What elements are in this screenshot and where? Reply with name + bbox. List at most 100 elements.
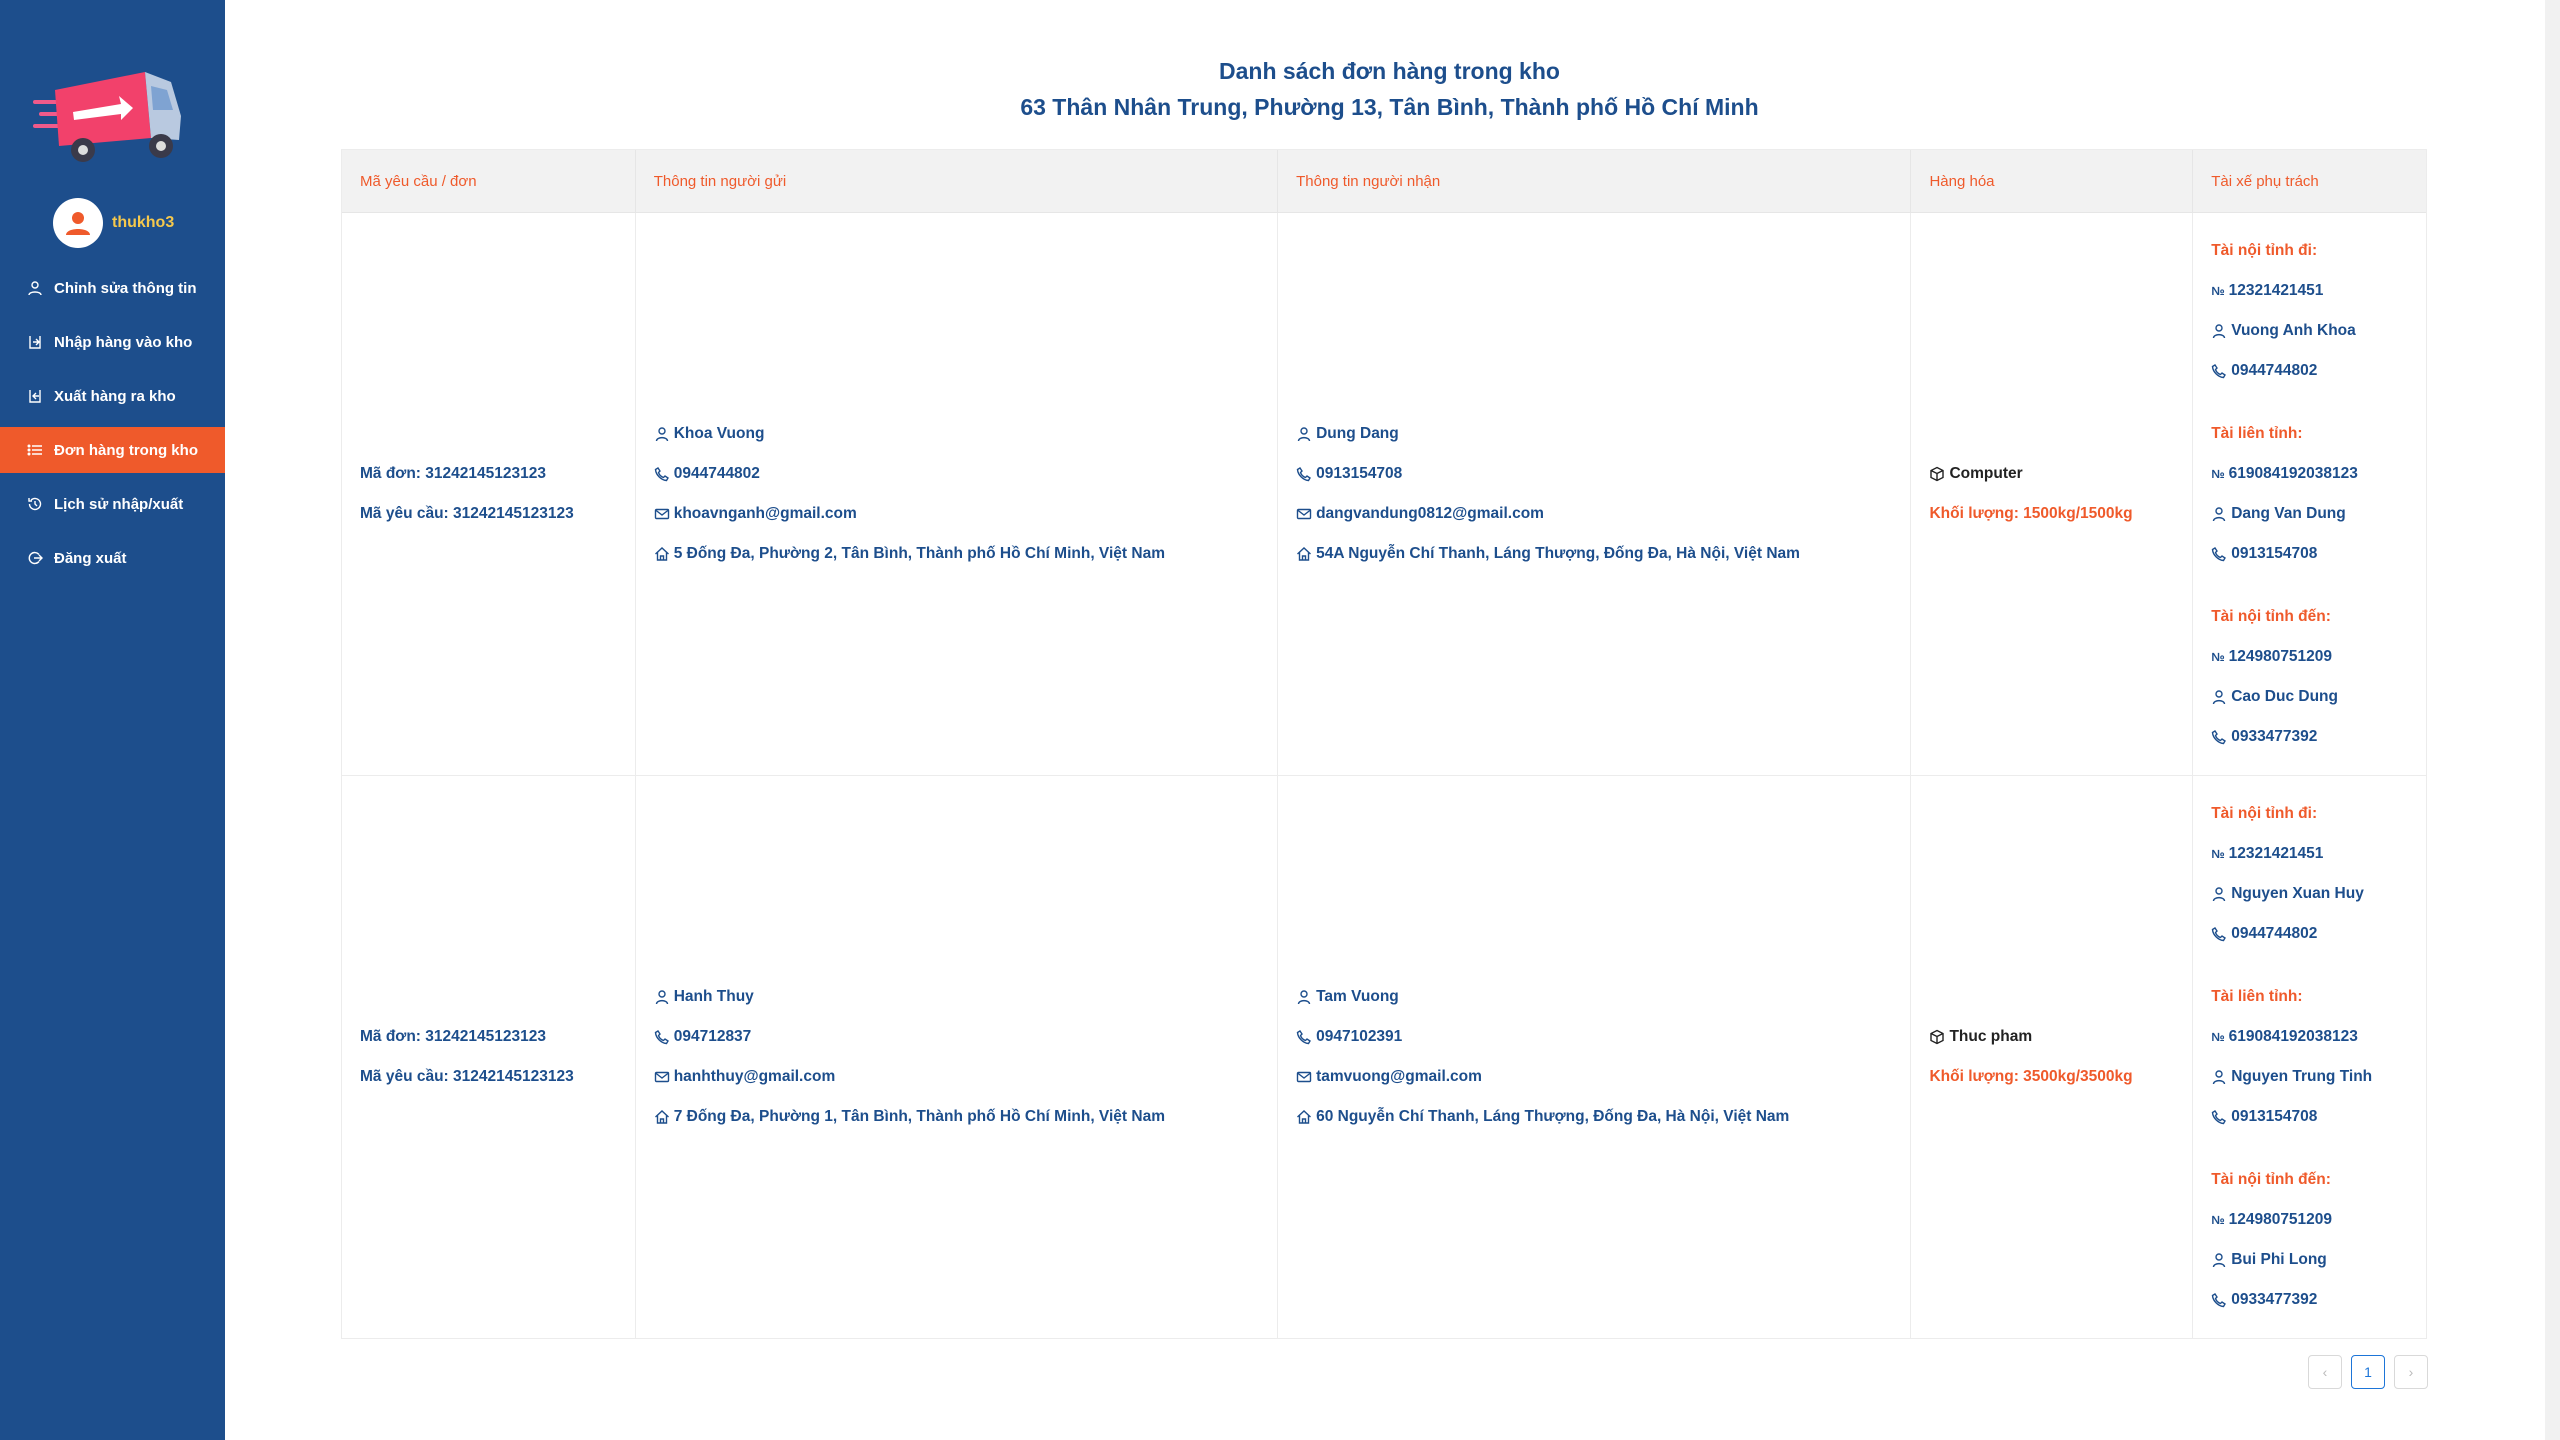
goods-name: Thuc pham bbox=[1929, 1017, 2192, 1057]
number-sign-icon: № bbox=[2211, 1213, 2225, 1227]
driver-id-text: 619084192038123 bbox=[2228, 1028, 2358, 1045]
person-icon bbox=[2213, 690, 2226, 705]
person-icon bbox=[1297, 427, 1311, 442]
request-code-text: Mã yêu cầu: 31242145123123 bbox=[360, 505, 574, 522]
driver-id: № 619084192038123 bbox=[2211, 454, 2426, 494]
receiver-address-text: 54A Nguyễn Chí Thanh, Láng Thượng, Đống … bbox=[1316, 545, 1800, 562]
driver-id: № 619084192038123 bbox=[2211, 1017, 2426, 1057]
phone-icon bbox=[1296, 467, 1312, 482]
driver-spacer bbox=[2211, 954, 2426, 977]
driver-name: Nguyen Xuan Huy bbox=[2211, 874, 2426, 914]
goods-weight: Khối lượng: 3500kg/3500kg bbox=[1929, 1057, 2192, 1097]
page-1-button[interactable]: 1 bbox=[2351, 1355, 2385, 1389]
sidebar-item-label: Chỉnh sửa thông tin bbox=[54, 279, 197, 297]
driver-role-title-text: Tài nội tỉnh đến: bbox=[2211, 1171, 2331, 1188]
sender-email: khoavnganh@gmail.com bbox=[654, 494, 1277, 534]
column-header-drivers[interactable]: Tài xế phụ trách bbox=[2193, 150, 2426, 212]
sidebar: thukho3 Chỉnh sửa thông tin Nhập hàng và… bbox=[0, 0, 225, 1440]
driver-role-title: Tài nội tỉnh đi: bbox=[2211, 231, 2426, 271]
column-header-goods[interactable]: Hàng hóa bbox=[1911, 150, 2194, 212]
sidebar-item-logout[interactable]: Đăng xuất bbox=[0, 535, 225, 581]
vertical-scrollbar[interactable] bbox=[2545, 0, 2560, 1440]
avatar bbox=[53, 198, 103, 248]
driver-id-text: 124980751209 bbox=[2228, 1211, 2333, 1228]
driver-role-title-text: Tài nội tỉnh đi: bbox=[2211, 242, 2318, 259]
prev-page-button[interactable]: ‹ bbox=[2308, 1355, 2342, 1389]
table-row: Mã đơn: 31242145123123 Mã yêu cầu: 312421… bbox=[342, 776, 2426, 1338]
driver-spacer bbox=[2211, 391, 2426, 414]
user-profile[interactable]: thukho3 bbox=[53, 198, 174, 248]
export-icon bbox=[29, 390, 41, 403]
sender-name-text: Hanh Thuy bbox=[673, 988, 754, 1005]
driver-role-title: Tài nội tỉnh đi: bbox=[2211, 794, 2426, 834]
driver-role-title: Tài nội tỉnh đến: bbox=[2211, 597, 2426, 637]
sender-email-text: hanhthuy@gmail.com bbox=[673, 1068, 836, 1085]
goods-weight-text: Khối lượng: 3500kg/3500kg bbox=[1929, 1068, 2133, 1085]
driver-role-title: Tài liên tỉnh: bbox=[2211, 414, 2426, 454]
cell-sender: Hanh Thuy 094712837 hanhthuy@gmail.com 7 Đố… bbox=[636, 776, 1279, 1338]
mail-icon bbox=[1296, 508, 1312, 520]
number-sign-icon: № bbox=[2211, 1030, 2225, 1044]
sender-address-text: 7 Đống Đa, Phường 1, Tân Bình, Thành phố… bbox=[673, 1108, 1165, 1125]
sender-phone-text: 094712837 bbox=[673, 1028, 752, 1045]
next-page-button[interactable]: › bbox=[2394, 1355, 2428, 1389]
sidebar-item-edit-profile[interactable]: Chỉnh sửa thông tin bbox=[0, 265, 225, 311]
cell-goods: Thuc pham Khối lượng: 3500kg/3500kg bbox=[1911, 776, 2194, 1338]
receiver-address-text: 60 Nguyễn Chí Thanh, Láng Thượng, Đống Đ… bbox=[1316, 1108, 1790, 1125]
driver-phone-text: 0913154708 bbox=[2231, 1108, 2318, 1125]
sidebar-item-import[interactable]: Nhập hàng vào kho bbox=[0, 319, 225, 365]
driver-role-title-text: Tài nội tỉnh đến: bbox=[2211, 608, 2331, 625]
sidebar-item-history[interactable]: Lịch sử nhập/xuất bbox=[0, 481, 225, 527]
phone-icon bbox=[2211, 364, 2227, 379]
driver-id: № 12321421451 bbox=[2211, 271, 2426, 311]
table-body: Mã đơn: 31242145123123 Mã yêu cầu: 312421… bbox=[342, 213, 2426, 1338]
sender-name: Hanh Thuy bbox=[654, 977, 1277, 1017]
column-header-receiver[interactable]: Thông tin người nhận bbox=[1278, 150, 1912, 212]
driver-phone: 0913154708 bbox=[2211, 1097, 2426, 1137]
driver-name-text: Dang Van Dung bbox=[2231, 505, 2346, 522]
sidebar-item-export[interactable]: Xuất hàng ra kho bbox=[0, 373, 225, 419]
home-icon bbox=[654, 1110, 669, 1124]
number-sign-icon: № bbox=[2211, 284, 2225, 298]
receiver-name: Tam Vuong bbox=[1296, 977, 1910, 1017]
driver-phone-text: 0913154708 bbox=[2231, 545, 2318, 562]
driver-phone-text: 0933477392 bbox=[2231, 728, 2318, 745]
home-icon bbox=[1297, 547, 1312, 561]
sender-address: 7 Đống Đa, Phường 1, Tân Bình, Thành phố… bbox=[654, 1097, 1277, 1137]
driver-name: Cao Duc Dung bbox=[2211, 677, 2426, 717]
receiver-name: Dung Dang bbox=[1296, 414, 1910, 454]
table-header: Mã yêu cầu / đơn Thông tin người gửi Thô… bbox=[342, 150, 2426, 213]
receiver-address: 60 Nguyễn Chí Thanh, Láng Thượng, Đống Đ… bbox=[1296, 1097, 1910, 1137]
warehouse-address: 63 Thân Nhân Trung, Phường 13, Tân Bình,… bbox=[1020, 94, 1759, 120]
sender-phone-text: 0944744802 bbox=[673, 465, 760, 482]
receiver-phone: 0947102391 bbox=[1296, 1017, 1910, 1057]
sidebar-item-label: Xuất hàng ra kho bbox=[54, 387, 176, 405]
sender-phone: 0944744802 bbox=[654, 454, 1277, 494]
receiver-email-text: dangvandung0812@gmail.com bbox=[1316, 505, 1544, 522]
phone-icon bbox=[1296, 1030, 1312, 1045]
goods-name-text: Computer bbox=[1949, 465, 2023, 482]
sender-address-text: 5 Đống Đa, Phường 2, Tân Bình, Thành phố… bbox=[673, 545, 1165, 562]
phone-icon bbox=[2211, 1110, 2227, 1125]
cell-receiver: Dung Dang 0913154708 dangvandung0812@gmail… bbox=[1278, 213, 1912, 775]
mail-icon bbox=[654, 1071, 669, 1083]
person-icon bbox=[2213, 507, 2226, 522]
goods-weight-text: Khối lượng: 1500kg/1500kg bbox=[1929, 505, 2133, 522]
phone-icon bbox=[2211, 927, 2227, 942]
sender-name: Khoa Vuong bbox=[654, 414, 1277, 454]
user-icon bbox=[28, 281, 42, 296]
sidebar-item-orders[interactable]: Đơn hàng trong kho bbox=[0, 427, 225, 473]
home-icon bbox=[654, 547, 669, 561]
package-icon bbox=[1930, 1029, 1945, 1045]
driver-id-text: 124980751209 bbox=[2228, 648, 2333, 665]
driver-role-title: Tài liên tỉnh: bbox=[2211, 977, 2426, 1017]
request-code: Mã yêu cầu: 31242145123123 bbox=[360, 494, 635, 534]
sender-address: 5 Đống Đa, Phường 2, Tân Bình, Thành phố… bbox=[654, 534, 1277, 574]
driver-name-text: Nguyen Trung Tinh bbox=[2231, 1068, 2373, 1085]
order-code-text: Mã đơn: 31242145123123 bbox=[360, 1028, 546, 1045]
column-header-sender[interactable]: Thông tin người gửi bbox=[636, 150, 1279, 212]
driver-role-title: Tài nội tỉnh đến: bbox=[2211, 1160, 2426, 1200]
driver-phone-text: 0944744802 bbox=[2231, 362, 2318, 379]
table-row: Mã đơn: 31242145123123 Mã yêu cầu: 312421… bbox=[342, 213, 2426, 776]
column-header-code[interactable]: Mã yêu cầu / đơn bbox=[342, 150, 636, 212]
